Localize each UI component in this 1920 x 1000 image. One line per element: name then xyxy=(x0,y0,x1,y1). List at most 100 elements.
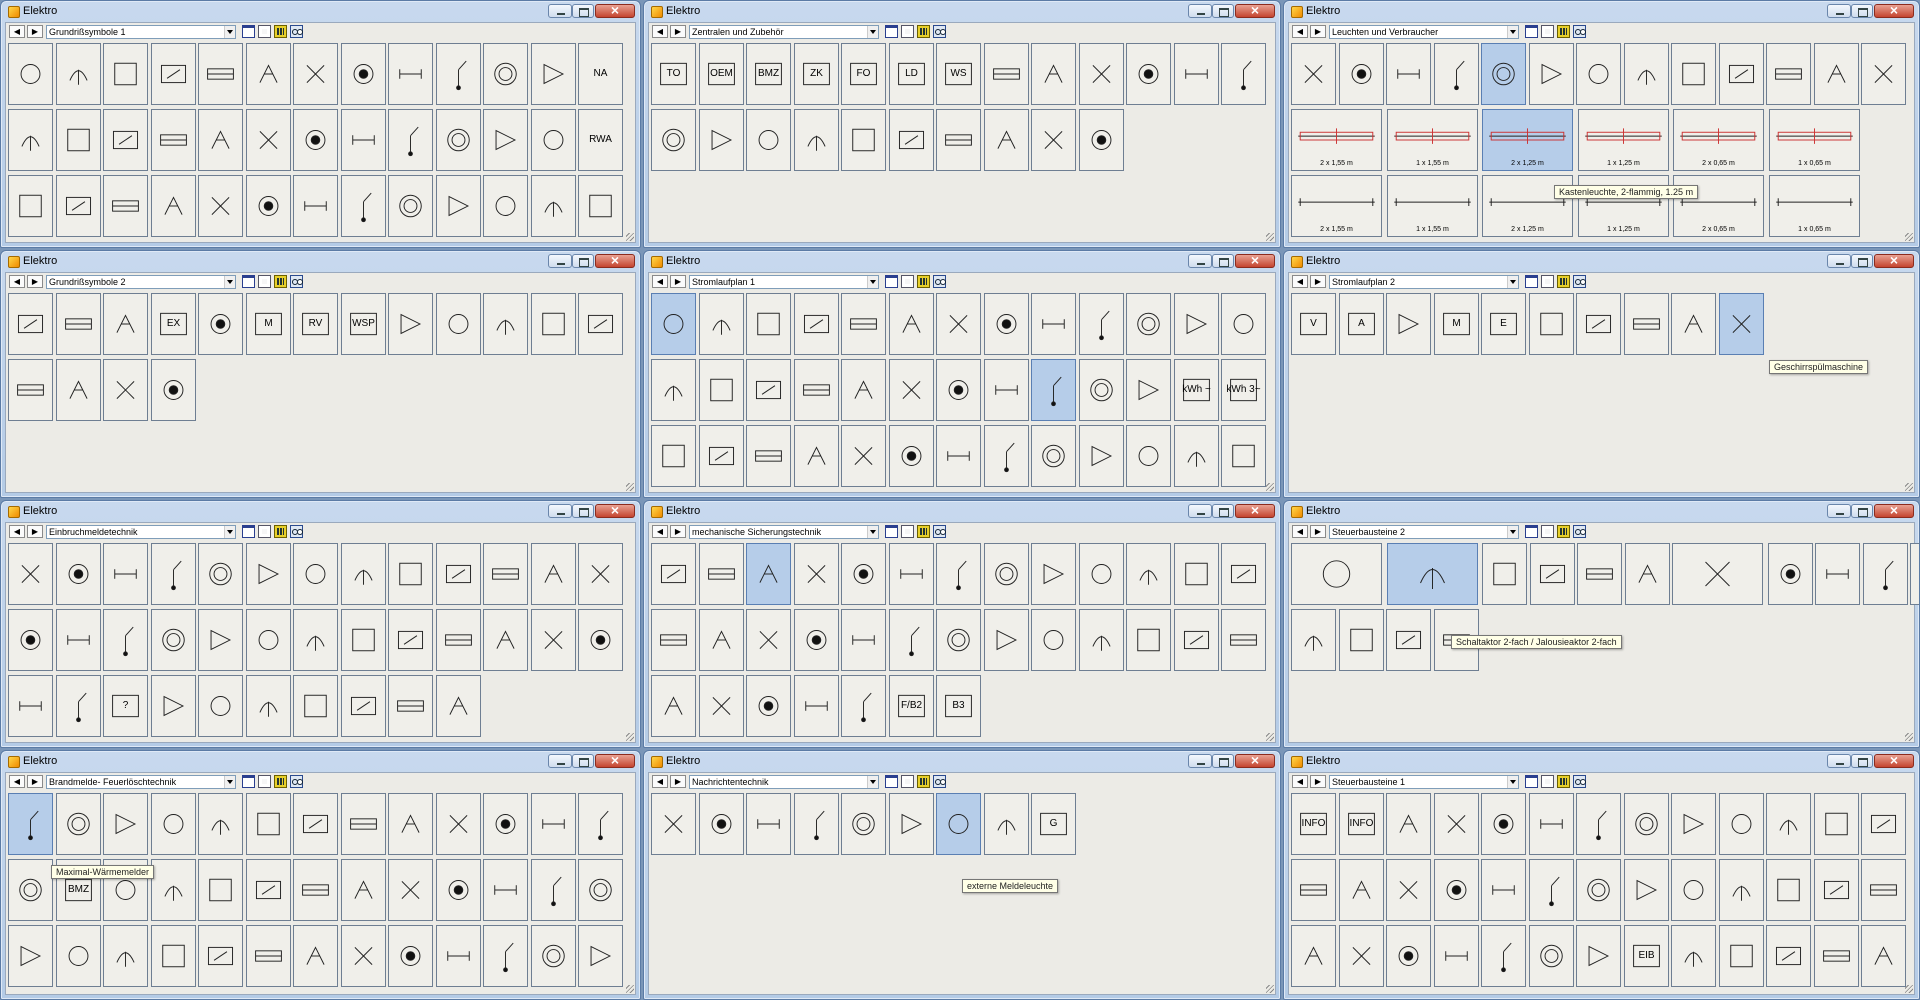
symbol-tile[interactable] xyxy=(1079,543,1124,605)
symbol-tile[interactable] xyxy=(151,675,196,737)
library-icon[interactable] xyxy=(1557,25,1570,38)
symbol-tile[interactable] xyxy=(436,43,481,105)
symbol-tile[interactable] xyxy=(1814,793,1859,855)
symbol-tile[interactable] xyxy=(8,543,53,605)
symbol-tile[interactable] xyxy=(293,925,338,987)
symbol-tile[interactable] xyxy=(198,859,243,921)
library-icon[interactable] xyxy=(917,275,930,288)
symbol-tile[interactable] xyxy=(436,109,481,171)
symbol-tile[interactable] xyxy=(8,859,53,921)
symbol-tile[interactable] xyxy=(341,675,386,737)
symbol-tile[interactable] xyxy=(246,793,291,855)
symbol-tile[interactable] xyxy=(483,859,528,921)
window-view-icon[interactable] xyxy=(1525,275,1538,288)
symbol-tile[interactable] xyxy=(1481,859,1526,921)
symbol-tile[interactable] xyxy=(293,793,338,855)
maximize-button[interactable] xyxy=(572,504,594,518)
symbol-tile[interactable] xyxy=(436,609,481,671)
close-button[interactable] xyxy=(1874,502,1914,518)
category-select[interactable]: Zentralen und Zubehör xyxy=(689,25,879,39)
title-bar[interactable]: Elektro xyxy=(1,1,640,21)
maximize-button[interactable] xyxy=(1212,504,1234,518)
symbol-tile[interactable] xyxy=(1530,543,1575,605)
symbol-tile[interactable] xyxy=(56,293,101,355)
symbol-tile[interactable] xyxy=(1671,859,1716,921)
symbol-tile[interactable] xyxy=(578,175,623,237)
symbol-tile[interactable] xyxy=(341,43,386,105)
symbol-tile[interactable] xyxy=(651,425,696,487)
symbol-tile[interactable] xyxy=(198,609,243,671)
symbol-tile[interactable] xyxy=(651,543,696,605)
symbol-tile[interactable] xyxy=(198,293,243,355)
maximize-button[interactable] xyxy=(1212,4,1234,18)
symbol-tile[interactable]: B3 xyxy=(936,675,981,737)
symbol-tile[interactable] xyxy=(1576,43,1621,105)
library-icon[interactable] xyxy=(1557,525,1570,538)
maximize-button[interactable] xyxy=(572,254,594,268)
maximize-button[interactable] xyxy=(1851,504,1873,518)
symbol-tile[interactable] xyxy=(1910,543,1919,605)
close-button[interactable] xyxy=(595,252,635,268)
category-select[interactable]: Steuerbausteine 2 xyxy=(1329,525,1519,539)
symbol-tile[interactable] xyxy=(56,43,101,105)
symbol-tile[interactable] xyxy=(1031,293,1076,355)
next-category-button[interactable]: ▶ xyxy=(1310,775,1326,788)
library-icon[interactable] xyxy=(917,775,930,788)
prev-category-button[interactable]: ◀ xyxy=(9,275,25,288)
symbol-tile[interactable] xyxy=(341,859,386,921)
search-binoculars-icon[interactable] xyxy=(933,25,946,38)
symbol-tile[interactable] xyxy=(1624,793,1669,855)
search-binoculars-icon[interactable] xyxy=(933,525,946,538)
minimize-button[interactable] xyxy=(1188,254,1212,268)
title-bar[interactable]: Elektro xyxy=(1,751,640,771)
search-binoculars-icon[interactable] xyxy=(933,775,946,788)
symbol-tile[interactable] xyxy=(483,925,528,987)
symbol-tile[interactable] xyxy=(1814,925,1859,987)
symbol-tile[interactable] xyxy=(103,293,148,355)
close-button[interactable] xyxy=(1235,252,1275,268)
search-binoculars-icon[interactable] xyxy=(1573,775,1586,788)
next-category-button[interactable]: ▶ xyxy=(1310,275,1326,288)
symbol-tile[interactable] xyxy=(794,425,839,487)
search-binoculars-icon[interactable] xyxy=(933,275,946,288)
resize-grip-icon[interactable] xyxy=(626,985,634,993)
symbol-tile[interactable] xyxy=(1576,859,1621,921)
symbol-tile[interactable] xyxy=(1671,293,1716,355)
symbol-tile[interactable] xyxy=(651,109,696,171)
library-icon[interactable] xyxy=(1557,775,1570,788)
symbol-tile[interactable] xyxy=(746,293,791,355)
symbol-tile[interactable] xyxy=(1387,543,1478,605)
title-bar[interactable]: Elektro xyxy=(644,251,1280,271)
next-category-button[interactable]: ▶ xyxy=(27,525,43,538)
close-button[interactable] xyxy=(595,502,635,518)
symbol-tile[interactable] xyxy=(1291,609,1336,671)
symbol-tile[interactable] xyxy=(841,109,886,171)
symbol-tile[interactable] xyxy=(246,859,291,921)
symbol-tile[interactable] xyxy=(841,793,886,855)
minimize-button[interactable] xyxy=(548,504,572,518)
page-view-icon[interactable] xyxy=(901,525,914,538)
symbol-tile[interactable] xyxy=(388,43,433,105)
minimize-button[interactable] xyxy=(1827,754,1851,768)
title-bar[interactable]: Elektro xyxy=(644,501,1280,521)
symbol-tile[interactable] xyxy=(1672,543,1763,605)
symbol-tile[interactable] xyxy=(1339,859,1384,921)
window-view-icon[interactable] xyxy=(885,525,898,538)
minimize-button[interactable] xyxy=(548,754,572,768)
symbol-tile[interactable] xyxy=(841,359,886,421)
minimize-button[interactable] xyxy=(1188,754,1212,768)
symbol-tile[interactable] xyxy=(1221,43,1266,105)
symbol-tile[interactable] xyxy=(436,293,481,355)
symbol-tile[interactable] xyxy=(1339,609,1384,671)
prev-category-button[interactable]: ◀ xyxy=(652,775,668,788)
symbol-tile[interactable] xyxy=(1221,543,1266,605)
symbol-tile[interactable] xyxy=(151,175,196,237)
symbol-tile[interactable] xyxy=(1031,359,1076,421)
maximize-button[interactable] xyxy=(1851,4,1873,18)
category-select[interactable]: Grundrißsymbole 2 xyxy=(46,275,236,289)
symbol-tile[interactable] xyxy=(151,359,196,421)
prev-category-button[interactable]: ◀ xyxy=(652,525,668,538)
symbol-tile[interactable]: FO xyxy=(841,43,886,105)
symbol-tile[interactable] xyxy=(984,425,1029,487)
symbol-tile[interactable] xyxy=(56,675,101,737)
